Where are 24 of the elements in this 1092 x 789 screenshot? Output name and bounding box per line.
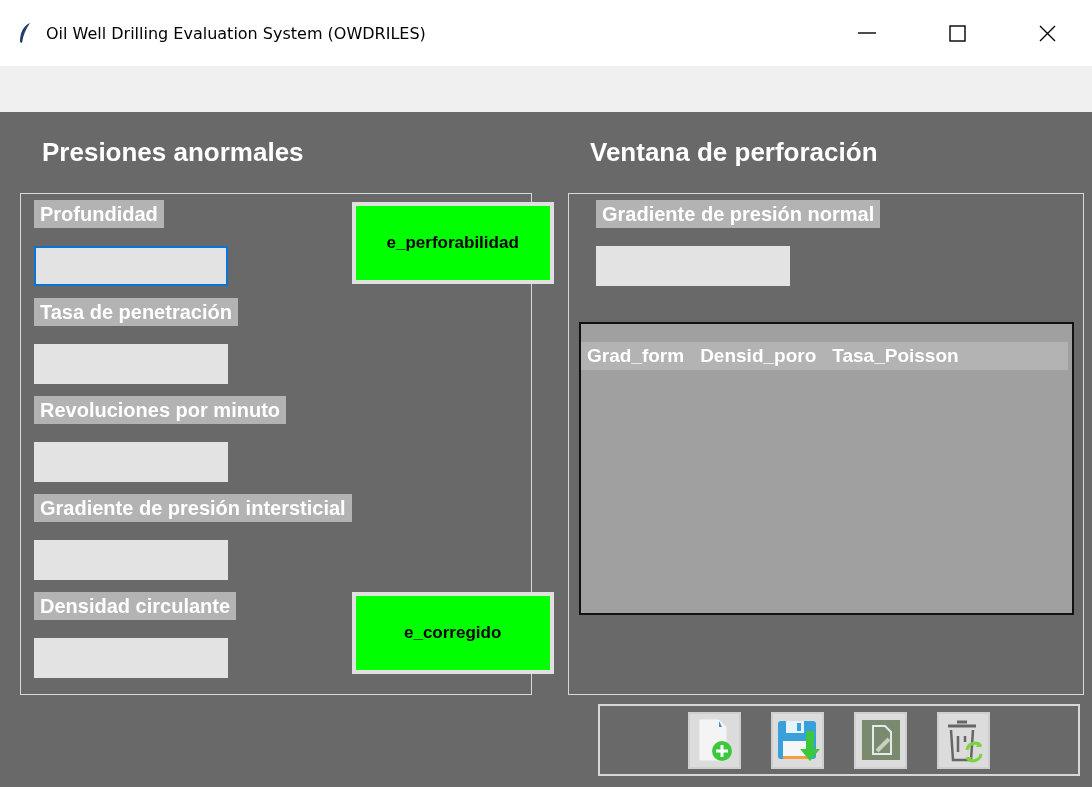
delete-button[interactable]	[937, 711, 990, 769]
feather-icon	[18, 22, 32, 44]
field-label: Densidad circulante	[34, 592, 237, 620]
input-field[interactable]	[34, 246, 228, 286]
edit-button[interactable]	[854, 711, 907, 769]
field-label: Gradiente de presión normal	[596, 200, 881, 228]
minimize-icon	[858, 32, 876, 34]
calculate-button[interactable]: e_perforabilidad	[351, 202, 554, 284]
save-button[interactable]	[771, 711, 824, 769]
column-header: Tasa_Poisson	[832, 345, 959, 367]
field-label: Gradiente de presión intersticial	[34, 494, 352, 522]
maximize-icon	[948, 24, 966, 42]
close-icon	[1038, 24, 1056, 42]
document-icon	[860, 719, 901, 761]
window-title: Oil Well Drilling Evaluation System (OWDRILES)	[46, 23, 427, 43]
column-header: Densid_poro	[700, 345, 817, 367]
column-header: Grad_form	[587, 345, 685, 367]
field-label: Profundidad	[34, 200, 164, 228]
field-label: Revoluciones por minuto	[34, 396, 287, 424]
field-label: Tasa de penetración	[34, 298, 238, 326]
section-heading: Ventana de perforación	[590, 136, 879, 169]
new-button[interactable]	[688, 711, 741, 769]
section-heading: Presiones anormales	[42, 136, 305, 169]
calculate-button[interactable]: e_corregido	[351, 592, 554, 674]
